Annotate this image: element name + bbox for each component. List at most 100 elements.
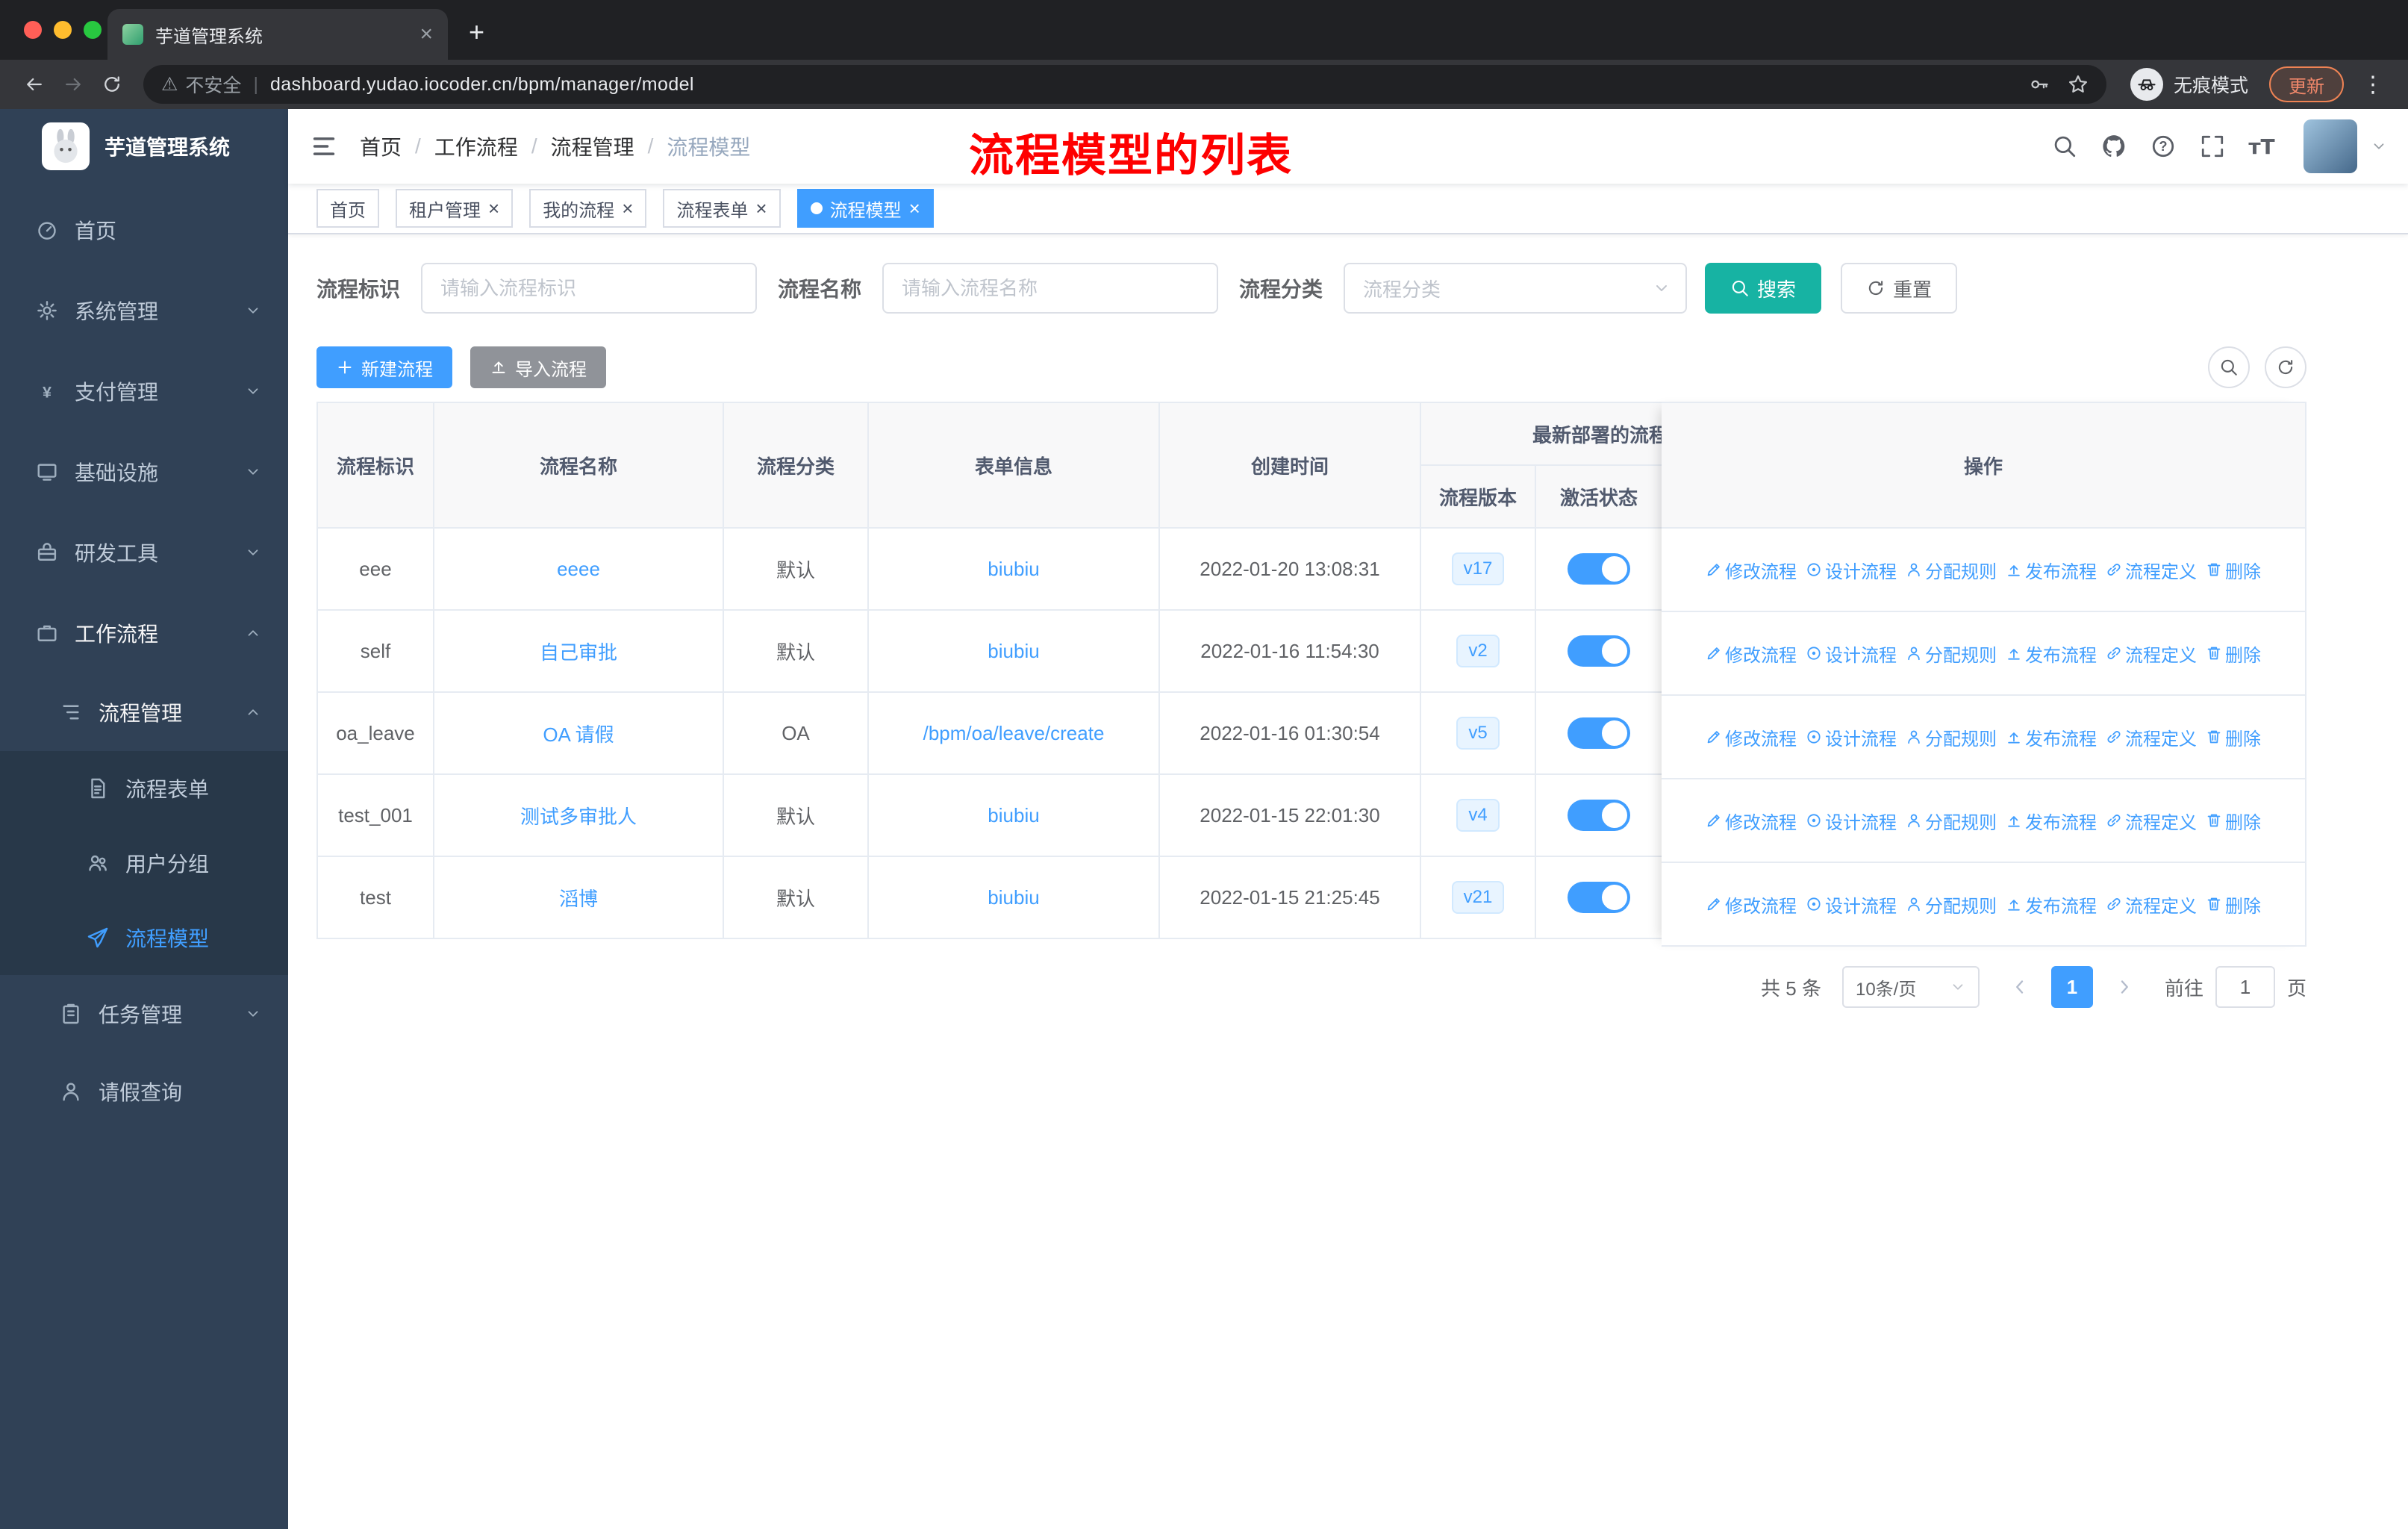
forward-button[interactable] [54, 65, 93, 104]
action-definition[interactable]: 流程定义 [2106, 808, 2197, 834]
sidebar-logo[interactable]: 芋道管理系统 [0, 109, 288, 184]
form-info-link[interactable]: /bpm/oa/leave/create [923, 722, 1105, 744]
sidebar-item-process-manage[interactable]: 流程管理 [0, 673, 288, 751]
window-zoom-button[interactable] [84, 21, 102, 39]
next-page-button[interactable] [2105, 966, 2144, 1008]
browser-tab[interactable]: 芋道管理系统 × [107, 9, 448, 60]
active-toggle[interactable] [1568, 717, 1630, 749]
avatar-caret-icon[interactable] [2371, 138, 2387, 155]
process-key-input[interactable] [421, 263, 758, 314]
create-process-button[interactable]: 新建流程 [316, 346, 452, 388]
form-info-link[interactable]: biubiu [988, 886, 1039, 909]
sidebar-item-user-group[interactable]: 用户分组 [0, 826, 288, 900]
sidebar-item-process-form[interactable]: 流程表单 [0, 751, 288, 826]
password-manager-icon[interactable] [2029, 74, 2050, 95]
search-button[interactable]: 搜索 [1705, 263, 1822, 314]
process-name-link[interactable]: eeee [557, 558, 600, 580]
action-publish[interactable]: 发布流程 [2006, 808, 2097, 834]
action-assign[interactable]: 分配规则 [1906, 808, 1997, 834]
browser-menu-icon[interactable]: ⋮ [2353, 72, 2393, 98]
action-design[interactable]: 设计流程 [1806, 724, 1897, 750]
action-publish[interactable]: 发布流程 [2006, 641, 2097, 667]
breadcrumb-item[interactable]: 首页 [360, 131, 402, 161]
action-publish[interactable]: 发布流程 [2006, 557, 2097, 583]
reset-button[interactable]: 重置 [1841, 263, 1958, 314]
window-minimize-button[interactable] [54, 21, 72, 39]
action-delete[interactable]: 删除 [2206, 891, 2261, 918]
tab-close-icon[interactable]: × [419, 23, 433, 46]
back-button[interactable] [15, 65, 54, 104]
action-design[interactable]: 设计流程 [1806, 891, 1897, 918]
action-edit[interactable]: 修改流程 [1706, 724, 1797, 750]
action-edit[interactable]: 修改流程 [1706, 891, 1797, 918]
active-toggle[interactable] [1568, 882, 1630, 913]
active-toggle[interactable] [1568, 553, 1630, 585]
action-definition[interactable]: 流程定义 [2106, 557, 2197, 583]
active-toggle[interactable] [1568, 800, 1630, 831]
help-icon[interactable]: ? [2144, 127, 2183, 166]
tab-process-model[interactable]: 流程模型 × [796, 189, 934, 228]
sidebar-item-system[interactable]: 系统管理 [0, 270, 288, 351]
sidebar-item-devtools[interactable]: 研发工具 [0, 512, 288, 593]
action-delete[interactable]: 删除 [2206, 641, 2261, 667]
action-edit[interactable]: 修改流程 [1706, 808, 1797, 834]
process-name-link[interactable]: 自己审批 [540, 641, 617, 664]
reload-button[interactable] [93, 65, 131, 104]
sidebar-item-workflow[interactable]: 工作流程 [0, 593, 288, 673]
import-process-button[interactable]: 导入流程 [470, 346, 606, 388]
goto-page-input[interactable] [2215, 966, 2275, 1008]
tab-process-form[interactable]: 流程表单 × [663, 189, 781, 228]
action-edit[interactable]: 修改流程 [1706, 641, 1797, 667]
bookmark-star-icon[interactable] [2068, 74, 2089, 95]
form-info-link[interactable]: biubiu [988, 558, 1039, 580]
action-assign[interactable]: 分配规则 [1906, 641, 1997, 667]
action-delete[interactable]: 删除 [2206, 557, 2261, 583]
process-name-link[interactable]: OA 请假 [543, 723, 614, 746]
font-size-icon[interactable]: тT [2242, 127, 2281, 166]
tab-home[interactable]: 首页 [316, 189, 379, 228]
action-assign[interactable]: 分配规则 [1906, 891, 1997, 918]
sidebar-toggle-icon[interactable] [288, 133, 360, 160]
action-design[interactable]: 设计流程 [1806, 641, 1897, 667]
tab-my-process[interactable]: 我的流程 × [529, 189, 647, 228]
close-icon[interactable]: × [909, 199, 920, 218]
breadcrumb-item[interactable]: 流程管理 [551, 131, 634, 161]
action-edit[interactable]: 修改流程 [1706, 557, 1797, 583]
search-icon[interactable] [2045, 127, 2084, 166]
process-name-link[interactable]: 滔博 [559, 888, 598, 910]
action-delete[interactable]: 删除 [2206, 724, 2261, 750]
process-name-link[interactable]: 测试多审批人 [520, 806, 637, 828]
refresh-table-button[interactable] [2265, 346, 2306, 388]
page-number-current[interactable]: 1 [2050, 966, 2093, 1008]
window-close-button[interactable] [24, 21, 42, 39]
fullscreen-icon[interactable] [2193, 127, 2232, 166]
action-definition[interactable]: 流程定义 [2106, 724, 2197, 750]
close-icon[interactable]: × [622, 199, 633, 218]
sidebar-item-infra[interactable]: 基础设施 [0, 432, 288, 512]
category-select[interactable]: 流程分类 [1344, 263, 1688, 314]
action-publish[interactable]: 发布流程 [2006, 891, 2097, 918]
form-info-link[interactable]: biubiu [988, 804, 1039, 826]
action-assign[interactable]: 分配规则 [1906, 557, 1997, 583]
close-icon[interactable]: × [755, 199, 767, 218]
action-design[interactable]: 设计流程 [1806, 557, 1897, 583]
toggle-search-button[interactable] [2208, 346, 2250, 388]
action-design[interactable]: 设计流程 [1806, 808, 1897, 834]
form-info-link[interactable]: biubiu [988, 640, 1039, 662]
page-size-select[interactable]: 10条/页 [1841, 966, 1980, 1008]
action-delete[interactable]: 删除 [2206, 808, 2261, 834]
action-publish[interactable]: 发布流程 [2006, 724, 2097, 750]
browser-update-button[interactable]: 更新 [2269, 66, 2344, 102]
security-indicator[interactable]: ⚠ 不安全 [161, 71, 241, 98]
sidebar-item-home[interactable]: 首页 [0, 190, 288, 270]
action-definition[interactable]: 流程定义 [2106, 891, 2197, 918]
action-definition[interactable]: 流程定义 [2106, 641, 2197, 667]
url-field[interactable]: ⚠ 不安全 | dashboard.yudao.iocoder.cn/bpm/m… [143, 65, 2106, 104]
action-assign[interactable]: 分配规则 [1906, 724, 1997, 750]
tab-tenant[interactable]: 租户管理 × [396, 189, 514, 228]
sidebar-item-task-manage[interactable]: 任务管理 [0, 975, 288, 1053]
new-tab-button[interactable]: + [469, 16, 484, 48]
sidebar-item-process-model[interactable]: 流程模型 [0, 900, 288, 975]
sidebar-item-payment[interactable]: ¥ 支付管理 [0, 351, 288, 432]
prev-page-button[interactable] [2000, 966, 2039, 1008]
